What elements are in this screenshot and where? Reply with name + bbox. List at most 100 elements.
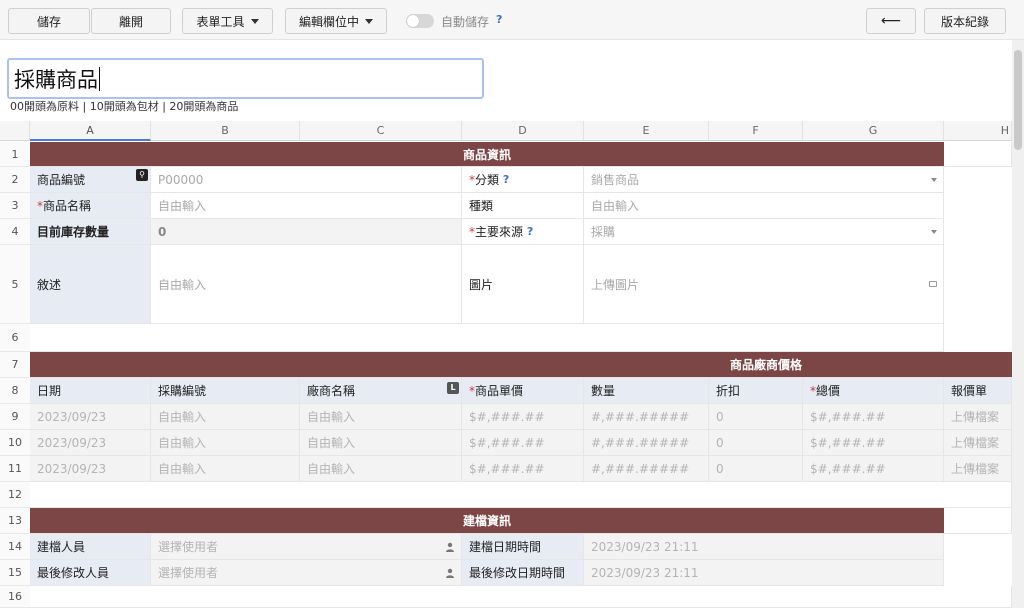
created-datetime-value: 2023/09/23 21:11 (584, 534, 944, 560)
col-header-c[interactable]: C (300, 121, 462, 141)
label-text: 商品單價 (475, 384, 524, 398)
arrow-left-icon: ⟵ (880, 13, 902, 29)
table-cell-unit-price[interactable]: $#,###.## (462, 456, 584, 482)
description-label: 敘述 (30, 245, 151, 324)
table-cell-discount[interactable]: 0 (709, 404, 803, 430)
table-cell-quote-upload[interactable]: 上傳檔案 (944, 456, 1012, 482)
chevron-down-icon (931, 229, 937, 234)
table-cell-date[interactable]: 2023/09/23 (30, 456, 151, 482)
modifier-user-select[interactable]: 選擇使用者 (151, 560, 462, 586)
text-cursor (99, 66, 100, 91)
creator-user-select[interactable]: 選擇使用者 (151, 534, 462, 560)
save-button-label: 儲存 (36, 14, 61, 29)
empty-row (30, 482, 1012, 508)
col-header-f[interactable]: F (709, 121, 803, 141)
col-header-h[interactable]: H (944, 121, 1012, 141)
image-icon (929, 281, 937, 287)
image-label: 圖片 (462, 245, 584, 324)
created-datetime-label: 建檔日期時間 (462, 534, 584, 560)
table-cell-po-no[interactable]: 自由輸入 (151, 404, 300, 430)
row-header: 8 (0, 378, 30, 404)
leave-button[interactable]: 離開 (91, 8, 171, 34)
main-source-label: * 主要來源 ? (462, 219, 584, 245)
upload-placeholder: 上傳圖片 (591, 277, 640, 292)
table-cell-discount[interactable]: 0 (709, 456, 803, 482)
product-code-field[interactable]: P00000 (151, 167, 462, 193)
table-cell-vendor[interactable]: 自由輸入 (300, 404, 462, 430)
save-button[interactable]: 儲存 (8, 8, 90, 34)
header-total: * 總價 (803, 378, 944, 404)
header-discount: 折扣 (709, 378, 803, 404)
autosave-toggle[interactable] (406, 14, 434, 28)
scrollbar-thumb[interactable] (1014, 50, 1022, 150)
label-text: 商品名稱 (43, 199, 92, 213)
description-input[interactable]: 自由輸入 (151, 245, 462, 324)
lookup-icon: L (447, 382, 459, 394)
table-cell-total: $#,###.## (803, 430, 944, 456)
col-header-g[interactable]: G (803, 121, 944, 141)
table-cell-qty[interactable]: #,###.##### (584, 404, 709, 430)
label-text: 總價 (816, 384, 841, 398)
empty-row (30, 324, 944, 352)
user-icon (446, 542, 454, 552)
header-unit-price: * 商品單價 (462, 378, 584, 404)
col-header-d[interactable]: D (462, 121, 584, 141)
col-header-a[interactable]: A (30, 121, 151, 141)
col-header-e[interactable]: E (584, 121, 709, 141)
table-cell-po-no[interactable]: 自由輸入 (151, 456, 300, 482)
row-header: 12 (0, 482, 30, 508)
corner-cell (0, 121, 30, 141)
leave-button-label: 離開 (118, 14, 143, 29)
form-subtitle: 00開頭為原料 | 10開頭為包材 | 20開頭為商品 (10, 100, 239, 113)
help-icon[interactable]: ? (503, 173, 509, 186)
empty-cell (944, 508, 1012, 534)
type-input[interactable]: 自由輸入 (584, 193, 944, 219)
edit-fields-dropdown[interactable]: 編輯欄位中 (285, 8, 387, 34)
label-text: 主要來源 (475, 225, 524, 239)
product-name-input[interactable]: 自由輸入 (151, 193, 462, 219)
chevron-down-icon (931, 177, 937, 182)
table-cell-discount[interactable]: 0 (709, 430, 803, 456)
empty-cell (944, 142, 1012, 167)
creator-label: 建檔人員 (30, 534, 151, 560)
modified-datetime-label: 最後修改日期時間 (462, 560, 584, 586)
stock-qty-label: 目前庫存數量 (30, 219, 151, 245)
table-cell-date[interactable]: 2023/09/23 (30, 430, 151, 456)
vertical-scrollbar[interactable] (1012, 40, 1024, 608)
row-header: 16 (0, 586, 30, 608)
row-header: 5 (0, 245, 30, 324)
row-header: 2 (0, 167, 30, 193)
table-cell-quote-upload[interactable]: 上傳檔案 (944, 430, 1012, 456)
table-cell-qty[interactable]: #,###.##### (584, 456, 709, 482)
label-text: 商品編號 (37, 173, 86, 187)
row-header: 6 (0, 324, 30, 352)
select-value: 銷售商品 (591, 173, 640, 187)
form-title-input[interactable]: 採購商品 (7, 58, 484, 99)
version-history-button[interactable]: 版本紀錄 (924, 8, 1006, 34)
table-cell-po-no[interactable]: 自由輸入 (151, 430, 300, 456)
form-tools-dropdown[interactable]: 表單工具 (182, 8, 273, 34)
modified-datetime-value: 2023/09/23 21:11 (584, 560, 944, 586)
row-header: 13 (0, 508, 30, 534)
table-cell-date[interactable]: 2023/09/23 (30, 404, 151, 430)
category-select[interactable]: 銷售商品 (584, 167, 944, 193)
help-icon[interactable]: ? (496, 13, 502, 26)
table-cell-vendor[interactable]: 自由輸入 (300, 430, 462, 456)
user-icon (446, 568, 454, 578)
table-cell-vendor[interactable]: 自由輸入 (300, 456, 462, 482)
help-icon[interactable]: ? (527, 225, 533, 238)
header-quote: 報價單 (944, 378, 1012, 404)
back-arrow-button[interactable]: ⟵ (866, 8, 916, 34)
table-cell-quote-upload[interactable]: 上傳檔案 (944, 404, 1012, 430)
table-cell-total: $#,###.## (803, 456, 944, 482)
main-source-select[interactable]: 採購 (584, 219, 944, 245)
col-header-b[interactable]: B (151, 121, 300, 141)
row-header: 9 (0, 404, 30, 430)
row-header: 7 (0, 352, 30, 378)
table-cell-qty[interactable]: #,###.##### (584, 430, 709, 456)
table-cell-unit-price[interactable]: $#,###.## (462, 430, 584, 456)
header-vendor: 廠商名稱 L (300, 378, 462, 404)
table-cell-unit-price[interactable]: $#,###.## (462, 404, 584, 430)
image-upload[interactable]: 上傳圖片 (584, 245, 944, 324)
header-po-no: 採購編號 (151, 378, 300, 404)
